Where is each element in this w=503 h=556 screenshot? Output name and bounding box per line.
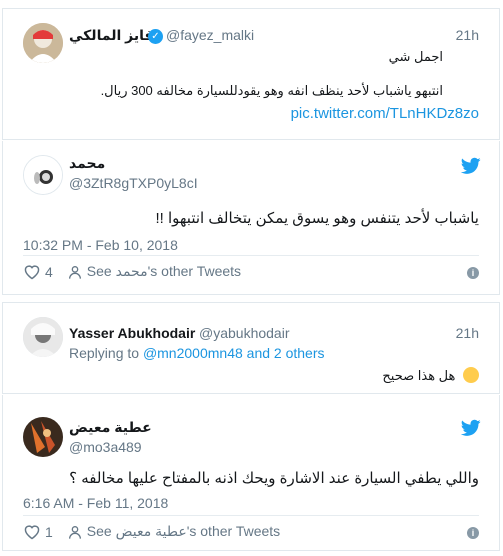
see-other-tweets-link[interactable]: See عطية معيض's other Tweets xyxy=(87,523,280,540)
divider xyxy=(23,255,479,256)
embedded-tweet-text: واللي يطفي السيارة عند الاشارة ويحك اذنه… xyxy=(69,470,479,487)
see-other-tweets-link[interactable]: See محمد's other Tweets xyxy=(87,263,241,280)
avatar-image xyxy=(23,23,63,63)
tweet-card-2: Yasser Abukhodair @yabukhodair 21h Reply… xyxy=(2,302,500,394)
like-count: 4 xyxy=(45,263,53,280)
tweet-actions: 1 See عطية معيض's other Tweets xyxy=(23,523,280,540)
see-label: See xyxy=(86,523,112,539)
author-name[interactable]: عطية معيض xyxy=(69,419,152,436)
tweet-text: هل هذا صحيح xyxy=(382,367,479,384)
avatar[interactable] xyxy=(23,155,63,195)
thinking-emoji-icon xyxy=(463,367,479,383)
avatar[interactable] xyxy=(23,317,63,357)
like-count: 1 xyxy=(45,523,53,540)
embedded-tweet-1: محمد @3ZtR8gTXP0yL8cI ياشباب لأحد يتنفس … xyxy=(2,141,500,295)
author-handle[interactable]: @yabukhodair xyxy=(199,325,290,341)
author-handle[interactable]: @3ZtR8gTXP0yL8cI xyxy=(69,175,198,191)
tweet-time[interactable]: 21h xyxy=(456,325,479,341)
info-icon[interactable]: i xyxy=(467,527,479,539)
embedded-tweet-timestamp[interactable]: 10:32 PM - Feb 10, 2018 xyxy=(23,237,178,253)
heart-icon[interactable] xyxy=(23,264,41,280)
avatar-image xyxy=(23,317,63,357)
tweet-text-line-1: اجمل شي xyxy=(388,49,443,64)
tweet-actions: 4 See محمد's other Tweets xyxy=(23,263,241,280)
tweet-card-1: فايز المالكي ✓ @fayez_malki 21h اجمل شي … xyxy=(2,8,500,140)
see-suffix: 's other Tweets xyxy=(147,263,242,279)
avatar[interactable] xyxy=(23,23,63,63)
author-name[interactable]: فايز المالكي xyxy=(69,27,154,44)
author-name[interactable]: محمد xyxy=(69,155,105,172)
replying-to: Replying to @mn2000mn48 and 2 others xyxy=(69,345,325,361)
see-label: See xyxy=(86,263,112,279)
tweet-text-content: هل هذا صحيح xyxy=(382,368,456,383)
author-handle[interactable]: @fayez_malki xyxy=(166,27,254,43)
see-suffix: 's other Tweets xyxy=(186,523,281,539)
tweet-text-line-2: انتبهو ياشباب لأحد ينظف انفه وهو يقودللس… xyxy=(100,83,443,98)
twitter-bird-icon[interactable] xyxy=(461,157,481,175)
author-handle[interactable]: @mo3a489 xyxy=(69,439,142,455)
replying-others-link[interactable]: and 2 others xyxy=(247,345,325,361)
twitter-bird-icon[interactable] xyxy=(461,419,481,437)
heart-icon[interactable] xyxy=(23,524,41,540)
divider xyxy=(23,515,479,516)
embedded-tweet-2: عطية معيض @mo3a489 واللي يطفي السيارة عن… xyxy=(2,395,500,551)
verified-icon: ✓ xyxy=(148,29,163,44)
avatar-image xyxy=(24,156,62,194)
tweet-media-link[interactable]: pic.twitter.com/TLnHKDz8zo xyxy=(291,105,479,122)
avatar[interactable] xyxy=(23,417,63,457)
person-icon xyxy=(68,525,81,539)
replying-user-link[interactable]: @mn2000mn48 xyxy=(143,345,243,361)
see-name: عطية معيض xyxy=(115,523,187,539)
tweet-time[interactable]: 21h xyxy=(456,27,479,43)
embedded-tweet-timestamp[interactable]: 6:16 AM - Feb 11, 2018 xyxy=(23,495,168,511)
info-icon[interactable]: i xyxy=(467,267,479,279)
embedded-tweet-text: ياشباب لأحد يتنفس وهو يسوق يمكن يتخالف ا… xyxy=(155,210,479,227)
see-name: محمد xyxy=(115,263,148,279)
avatar-image xyxy=(23,417,63,457)
replying-label: Replying to xyxy=(69,345,140,361)
person-icon xyxy=(68,265,81,279)
author-name[interactable]: Yasser Abukhodair xyxy=(69,325,195,341)
